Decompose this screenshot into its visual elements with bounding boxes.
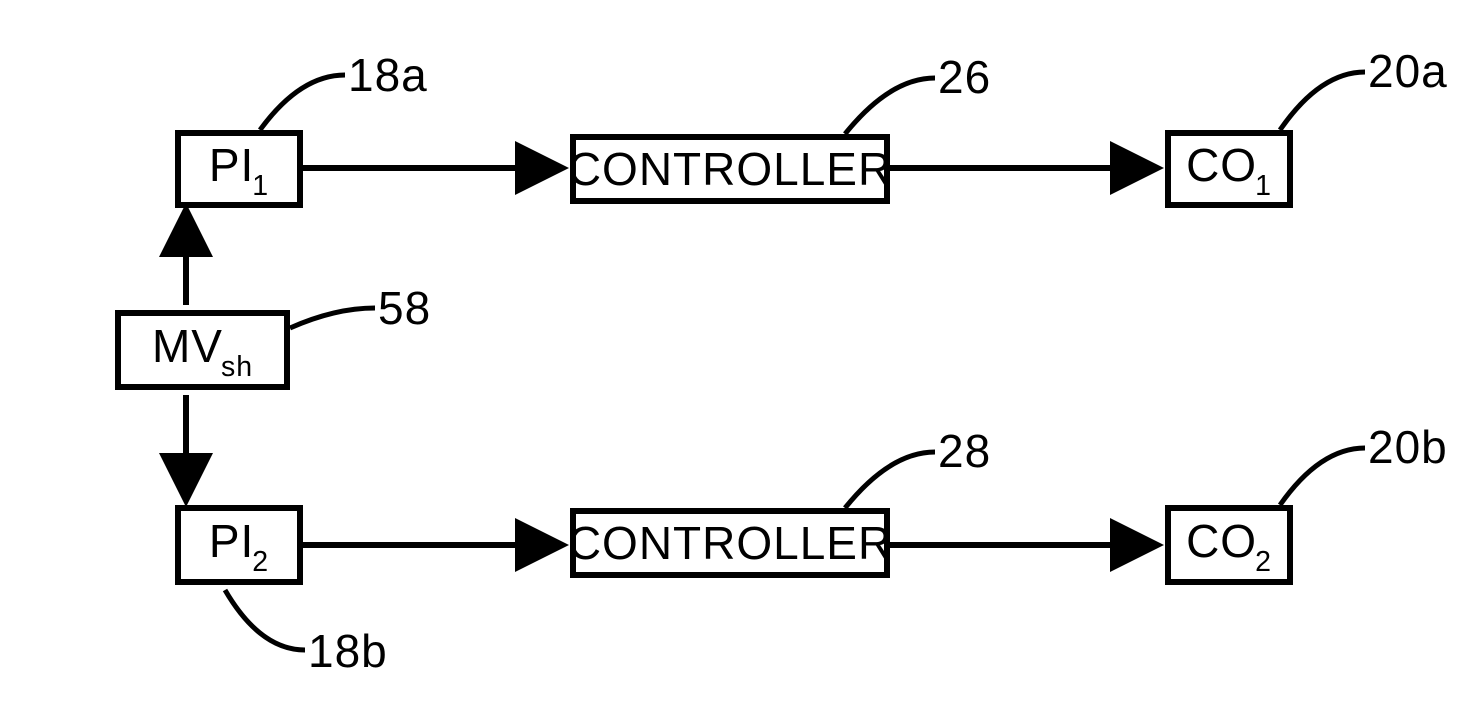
block-pi1: PI1 [175,130,303,208]
block-mvsh: MVsh [115,310,290,390]
block-pi1-label: PI1 [209,142,269,197]
block-controller2: CONTROLLER [570,508,890,578]
block-co2-label: CO2 [1186,518,1272,573]
leader-20a [1280,72,1365,130]
leader-18a [260,75,345,130]
block-co2: CO2 [1165,505,1293,585]
block-controller1: CONTROLLER [570,134,890,204]
block-mvsh-label: MVsh [152,323,253,378]
block-controller2-label: CONTROLLER [568,520,892,566]
leader-28 [845,452,935,508]
ref-58: 58 [378,285,431,331]
block-co1: CO1 [1165,130,1293,208]
ref-28: 28 [938,428,991,474]
leader-58 [290,308,375,328]
leader-20b [1280,448,1365,505]
ref-26: 26 [938,54,991,100]
block-pi2: PI2 [175,505,303,585]
leader-18b [225,590,305,650]
ref-18b: 18b [308,628,388,674]
ref-18a: 18a [348,52,428,98]
ref-20a: 20a [1368,48,1448,94]
block-co1-label: CO1 [1186,142,1272,197]
block-pi2-label: PI2 [209,518,269,573]
diagram-canvas: PI1 PI2 MVsh CONTROLLER CONTROLLER CO1 C… [0,0,1481,704]
block-controller1-label: CONTROLLER [568,146,892,192]
leader-26 [845,78,935,134]
ref-20b: 20b [1368,424,1448,470]
